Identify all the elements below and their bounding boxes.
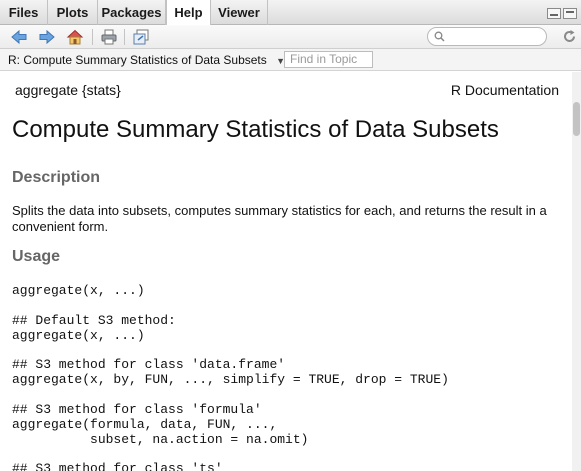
tab-packages[interactable]: Packages <box>98 0 166 25</box>
usage-code-block: ## S3 method for class 'data.frame' aggr… <box>12 357 449 387</box>
forward-arrow-icon[interactable] <box>38 28 56 46</box>
search-icon <box>434 31 445 42</box>
tab-files[interactable]: Files <box>0 0 48 25</box>
usage-code-block: ## S3 method for class 'formula' aggrega… <box>12 402 309 447</box>
section-heading-usage: Usage <box>12 248 61 265</box>
minimize-pane-icon[interactable] <box>547 8 561 19</box>
print-icon[interactable] <box>100 28 118 46</box>
doc-source-label: R Documentation <box>450 82 559 98</box>
help-toolbar <box>0 25 581 49</box>
tab-plots[interactable]: Plots <box>48 0 98 25</box>
pane-tab-bar: Files Plots Packages Help Viewer <box>0 0 581 26</box>
doc-package-label: aggregate {stats} <box>15 82 121 98</box>
show-in-new-window-icon[interactable] <box>132 28 150 46</box>
page-title: Compute Summary Statistics of Data Subse… <box>12 116 499 143</box>
topic-bar: R: Compute Summary Statistics of Data Su… <box>0 49 581 71</box>
tab-viewer[interactable]: Viewer <box>211 0 268 25</box>
topic-dropdown-label: R: Compute Summary Statistics of Data Su… <box>8 53 267 67</box>
find-in-topic-input[interactable]: Find in Topic <box>284 51 373 68</box>
description-text: Splits the data into subsets, computes s… <box>12 203 547 234</box>
maximize-pane-icon[interactable] <box>563 8 577 19</box>
usage-code-block: ## Default S3 method: aggregate(x, ...) <box>12 313 176 343</box>
back-arrow-icon[interactable] <box>10 28 28 46</box>
toolbar-divider <box>124 29 125 45</box>
doc-header: aggregate {stats} R Documentation <box>15 82 559 100</box>
usage-code-block: aggregate(x, ...) <box>12 283 145 298</box>
help-content: aggregate {stats} R Documentation Comput… <box>0 72 572 471</box>
section-heading-description: Description <box>12 169 101 186</box>
refresh-icon[interactable] <box>561 28 578 45</box>
topic-dropdown[interactable]: R: Compute Summary Statistics of Data Su… <box>8 49 285 71</box>
toolbar-divider <box>92 29 93 45</box>
help-search-input[interactable] <box>427 27 547 46</box>
usage-code-block: ## S3 method for class 'ts' <box>12 461 223 471</box>
home-icon[interactable] <box>66 28 84 46</box>
tab-help[interactable]: Help <box>166 0 211 26</box>
scrollbar-thumb[interactable] <box>573 102 580 136</box>
